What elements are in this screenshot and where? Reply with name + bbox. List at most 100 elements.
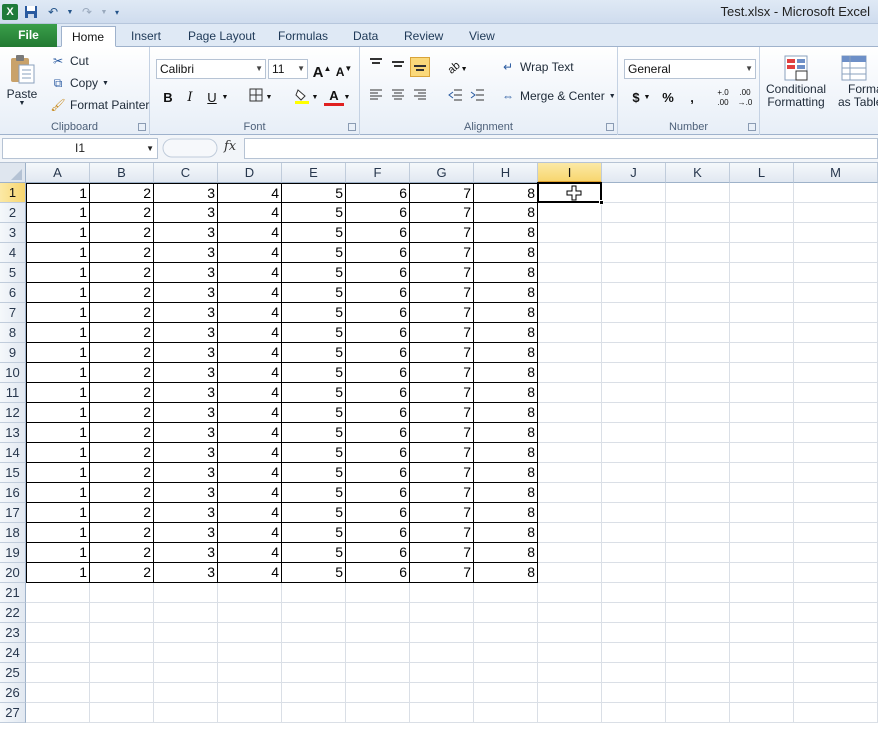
cell-k27[interactable] [666, 703, 730, 723]
cell-b25[interactable] [90, 663, 154, 683]
cell-g27[interactable] [410, 703, 474, 723]
cell-f22[interactable] [346, 603, 410, 623]
cell-f6[interactable]: 6 [346, 283, 410, 303]
cell-k23[interactable] [666, 623, 730, 643]
cell-l13[interactable] [730, 423, 794, 443]
cell-a16[interactable]: 1 [26, 483, 90, 503]
cell-h9[interactable]: 8 [474, 343, 538, 363]
cell-k5[interactable] [666, 263, 730, 283]
cell-a3[interactable]: 1 [26, 223, 90, 243]
cell-g24[interactable] [410, 643, 474, 663]
cell-h27[interactable] [474, 703, 538, 723]
column-header-e[interactable]: E [282, 163, 346, 183]
cell-k9[interactable] [666, 343, 730, 363]
cell-l27[interactable] [730, 703, 794, 723]
cell-e6[interactable]: 5 [282, 283, 346, 303]
column-header-j[interactable]: J [602, 163, 666, 183]
cut-button[interactable]: ✂ Cut [50, 53, 89, 69]
cell-e16[interactable]: 5 [282, 483, 346, 503]
cell-c14[interactable]: 3 [154, 443, 218, 463]
column-header-g[interactable]: G [410, 163, 474, 183]
row-header-27[interactable]: 27 [0, 703, 26, 723]
cell-e15[interactable]: 5 [282, 463, 346, 483]
select-all-corner[interactable] [0, 163, 26, 183]
cell-f12[interactable]: 6 [346, 403, 410, 423]
cell-e14[interactable]: 5 [282, 443, 346, 463]
row-header-15[interactable]: 15 [0, 463, 26, 483]
copy-button[interactable]: ⧉ Copy ▼ [50, 75, 109, 91]
cell-i12[interactable] [538, 403, 602, 423]
cell-f16[interactable]: 6 [346, 483, 410, 503]
cell-c7[interactable]: 3 [154, 303, 218, 323]
cell-h12[interactable]: 8 [474, 403, 538, 423]
cell-e5[interactable]: 5 [282, 263, 346, 283]
format-painter-button[interactable]: 🖌 Format Painter [50, 97, 149, 113]
cell-m19[interactable] [794, 543, 878, 563]
cell-g17[interactable]: 7 [410, 503, 474, 523]
cell-m5[interactable] [794, 263, 878, 283]
borders-dropdown-icon[interactable]: ▼ [264, 88, 274, 108]
grow-font-button[interactable]: A▲ [312, 59, 332, 81]
cell-k18[interactable] [666, 523, 730, 543]
cell-d7[interactable]: 4 [218, 303, 282, 323]
cell-i26[interactable] [538, 683, 602, 703]
cell-k25[interactable] [666, 663, 730, 683]
row-header-1[interactable]: 1 [0, 183, 26, 203]
cell-h23[interactable] [474, 623, 538, 643]
cell-i10[interactable] [538, 363, 602, 383]
column-header-d[interactable]: D [218, 163, 282, 183]
cell-j1[interactable] [602, 183, 666, 203]
cell-i21[interactable] [538, 583, 602, 603]
underline-dropdown-icon[interactable]: ▼ [220, 88, 230, 108]
paste-button[interactable]: Paste ▼ [6, 53, 38, 107]
cell-i24[interactable] [538, 643, 602, 663]
cell-h5[interactable]: 8 [474, 263, 538, 283]
cell-e9[interactable]: 5 [282, 343, 346, 363]
cell-m9[interactable] [794, 343, 878, 363]
cell-l16[interactable] [730, 483, 794, 503]
cell-k2[interactable] [666, 203, 730, 223]
row-header-2[interactable]: 2 [0, 203, 26, 223]
cell-a12[interactable]: 1 [26, 403, 90, 423]
redo-icon[interactable]: ↷ [78, 3, 96, 21]
cell-h13[interactable]: 8 [474, 423, 538, 443]
cell-f20[interactable]: 6 [346, 563, 410, 583]
cell-c3[interactable]: 3 [154, 223, 218, 243]
cell-j11[interactable] [602, 383, 666, 403]
cell-a17[interactable]: 1 [26, 503, 90, 523]
font-name-combo[interactable]: Calibri ▼ [156, 59, 266, 79]
row-header-12[interactable]: 12 [0, 403, 26, 423]
cell-m15[interactable] [794, 463, 878, 483]
cell-d13[interactable]: 4 [218, 423, 282, 443]
cell-e21[interactable] [282, 583, 346, 603]
cell-m10[interactable] [794, 363, 878, 383]
cell-c9[interactable]: 3 [154, 343, 218, 363]
cell-d22[interactable] [218, 603, 282, 623]
cell-l4[interactable] [730, 243, 794, 263]
cell-c27[interactable] [154, 703, 218, 723]
cell-e10[interactable]: 5 [282, 363, 346, 383]
column-header-l[interactable]: L [730, 163, 794, 183]
cell-a11[interactable]: 1 [26, 383, 90, 403]
cell-g14[interactable]: 7 [410, 443, 474, 463]
undo-dropdown-icon[interactable]: ▼ [66, 3, 74, 21]
cell-j5[interactable] [602, 263, 666, 283]
cell-m17[interactable] [794, 503, 878, 523]
redo-dropdown-icon[interactable]: ▼ [100, 3, 108, 21]
cell-e4[interactable]: 5 [282, 243, 346, 263]
cell-f24[interactable] [346, 643, 410, 663]
tab-view[interactable]: View [459, 26, 505, 47]
cell-j2[interactable] [602, 203, 666, 223]
cell-k3[interactable] [666, 223, 730, 243]
cell-k26[interactable] [666, 683, 730, 703]
cell-b15[interactable]: 2 [90, 463, 154, 483]
cell-j22[interactable] [602, 603, 666, 623]
cell-g15[interactable]: 7 [410, 463, 474, 483]
cell-m8[interactable] [794, 323, 878, 343]
tab-data[interactable]: Data [343, 26, 388, 47]
align-center-button[interactable] [388, 88, 408, 108]
cell-g11[interactable]: 7 [410, 383, 474, 403]
tab-formulas[interactable]: Formulas [268, 26, 338, 47]
insert-function-icon[interactable]: fx [224, 139, 236, 154]
cell-a20[interactable]: 1 [26, 563, 90, 583]
